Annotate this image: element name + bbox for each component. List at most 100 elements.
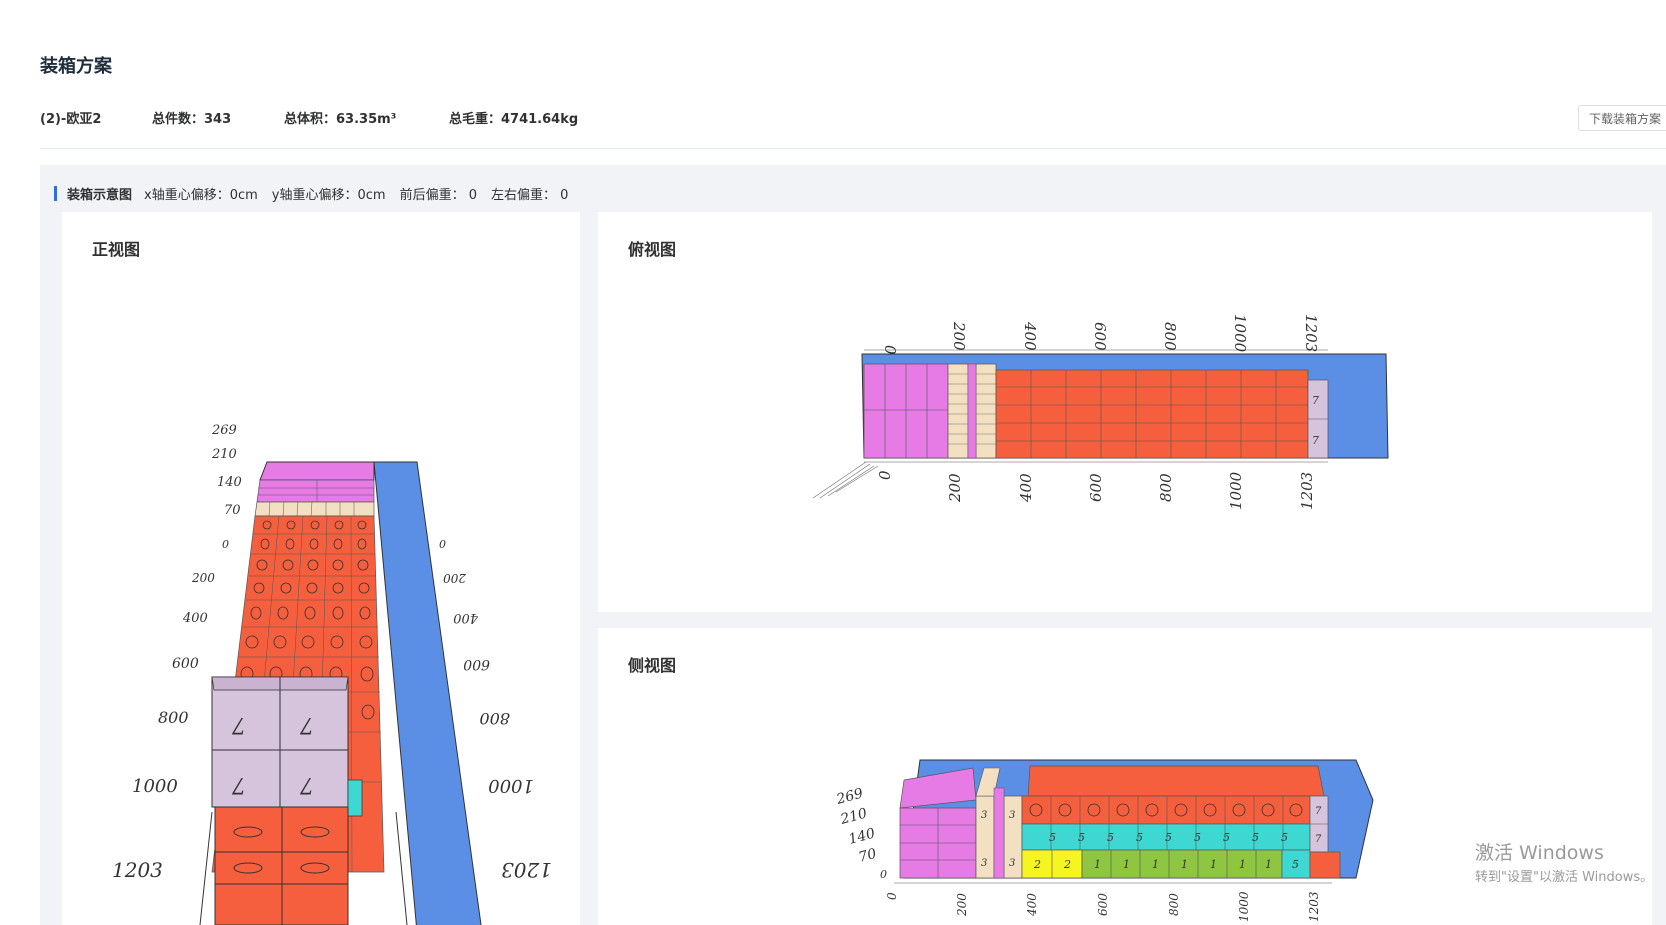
diagram-panel-header: 装箱示意图 x轴重心偏移：0cm y轴重心偏移：0cm 前后偏重： 0 左右偏重… (54, 184, 582, 203)
item-group-4 (899, 767, 977, 879)
length-tick: 400 (1021, 321, 1039, 351)
total-volume: 总体积：63.35m³ (284, 112, 397, 127)
svg-text:3: 3 (1009, 858, 1015, 869)
perspective-hatch (812, 461, 879, 499)
length-tick: 600 (1087, 473, 1105, 502)
svg-text:7: 7 (1312, 394, 1319, 407)
length-tick: 1000 (1231, 314, 1249, 353)
length-tick: 200 (443, 571, 467, 585)
svg-text:7: 7 (300, 772, 314, 797)
container-top (259, 461, 375, 481)
divider (40, 148, 1666, 149)
svg-text:3: 3 (981, 858, 987, 869)
svg-text:7: 7 (1315, 806, 1322, 817)
summary-bar: (2)-欧亚2 总件数：343 总体积：63.35m³ 总毛重：4741.64k… (40, 108, 609, 127)
download-plan-button[interactable]: 下载装箱方案 (1578, 105, 1666, 131)
length-tick: 200 (946, 473, 964, 503)
length-tick: 400 (453, 610, 479, 625)
length-tick: 600 (463, 656, 490, 672)
height-tick: 0 (222, 538, 229, 551)
container-wall (373, 461, 482, 925)
svg-text:1: 1 (1210, 858, 1217, 871)
length-tick: 1203 (1302, 314, 1320, 352)
svg-text:5: 5 (1136, 831, 1143, 844)
svg-text:1: 1 (1239, 858, 1246, 871)
length-tick: 1203 (112, 858, 163, 882)
svg-text:2: 2 (1033, 858, 1041, 871)
length-tick: 1203 (501, 858, 552, 882)
svg-text:5: 5 (1194, 831, 1201, 844)
length-tick: 400 (182, 611, 208, 626)
item-group-3 (254, 501, 375, 517)
svg-text:5: 5 (1049, 831, 1056, 844)
svg-text:5: 5 (1165, 831, 1172, 844)
item-group-6 (995, 369, 1309, 459)
length-tick: 800 (1157, 473, 1175, 502)
height-tick: 70 (224, 503, 241, 518)
svg-text:1: 1 (1181, 858, 1188, 871)
svg-text:1: 1 (1265, 858, 1272, 871)
length-tick: 800 (1167, 893, 1181, 916)
panel-title: 装箱示意图 (67, 188, 133, 203)
top-view-diagram[interactable]: 7 7 0 200 400 600 800 1000 1203 0 200 40… (598, 212, 1652, 612)
item-group-5: 5 5 5 5 5 5 5 5 5 (1021, 823, 1311, 851)
length-tick: 0 (439, 537, 446, 550)
length-tick: 800 (158, 708, 189, 727)
length-tick: 1203 (1307, 891, 1321, 922)
length-tick: 1000 (132, 776, 178, 797)
svg-text:5: 5 (1107, 831, 1114, 844)
item-group-7: 7 7 7 7 (211, 676, 349, 808)
svg-text:5: 5 (1223, 831, 1230, 844)
length-tick: 1000 (1227, 471, 1245, 510)
svg-text:1: 1 (1094, 858, 1101, 871)
length-tick: 1000 (1237, 891, 1251, 922)
windows-activation-hint: 转到"设置"以激活 Windows。 (1475, 870, 1654, 885)
svg-text:7: 7 (232, 712, 246, 737)
bottom-axis: 0 200 400 600 800 1000 1203 (876, 470, 1316, 510)
top-axis: 0 200 400 600 800 1000 1203 (881, 314, 1320, 355)
length-tick: 600 (1096, 893, 1110, 916)
svg-text:5: 5 (1252, 831, 1259, 844)
item-group-6 (1021, 795, 1311, 825)
front-view-diagram[interactable]: 7 7 7 7 269 210 140 70 0 200 400 600 800… (62, 212, 580, 925)
svg-text:3: 3 (1009, 810, 1015, 821)
height-tick: 70 (857, 846, 878, 866)
y-offset: y轴重心偏移：0cm (271, 188, 386, 203)
length-tick: 600 (1091, 322, 1109, 351)
item-group-7: 7 7 (1307, 379, 1329, 459)
height-tick: 140 (847, 825, 877, 847)
length-tick: 0 (881, 345, 899, 355)
top-view-card: 俯视图 7 7 0 200 400 600 800 1000 1203 0 20… (598, 212, 1652, 612)
svg-text:1: 1 (1152, 858, 1159, 871)
item-group-5 (347, 779, 363, 817)
svg-text:7: 7 (300, 712, 314, 737)
container-name: (2)-欧亚2 (40, 112, 102, 127)
svg-text:3: 3 (981, 810, 987, 821)
total-count: 总件数：343 (152, 112, 232, 127)
height-tick: 210 (838, 805, 869, 828)
svg-text:5: 5 (1292, 858, 1299, 871)
svg-text:7: 7 (1312, 434, 1319, 447)
item-group-4 (863, 363, 949, 459)
section-marker (54, 186, 57, 201)
front-view-card: 正视图 7 7 7 7 269 210 140 70 0 200 400 600… (62, 212, 580, 925)
height-tick: 210 (211, 447, 237, 462)
length-tick: 800 (479, 709, 510, 728)
length-tick: 200 (191, 571, 215, 585)
item-group-6-bottom (214, 806, 349, 925)
length-tick: 0 (885, 892, 899, 900)
item-groups-1-2: 2 2 1 1 1 1 1 1 1 5 (1021, 849, 1311, 879)
windows-activation-watermark: 激活 Windows (1475, 842, 1604, 864)
svg-text:1: 1 (1123, 858, 1130, 871)
length-tick: 800 (1161, 322, 1179, 351)
svg-text:5: 5 (1281, 831, 1288, 844)
length-tick: 400 (1025, 893, 1039, 917)
item-group-6-top (1027, 765, 1325, 797)
item-group-4 (256, 479, 375, 503)
svg-text:2: 2 (1063, 858, 1071, 871)
length-tick: 0 (876, 470, 894, 480)
length-tick: 200 (955, 893, 969, 917)
length-tick: 600 (172, 656, 199, 672)
svg-text:7: 7 (1315, 834, 1322, 845)
total-weight: 总毛重：4741.64kg (449, 112, 579, 127)
